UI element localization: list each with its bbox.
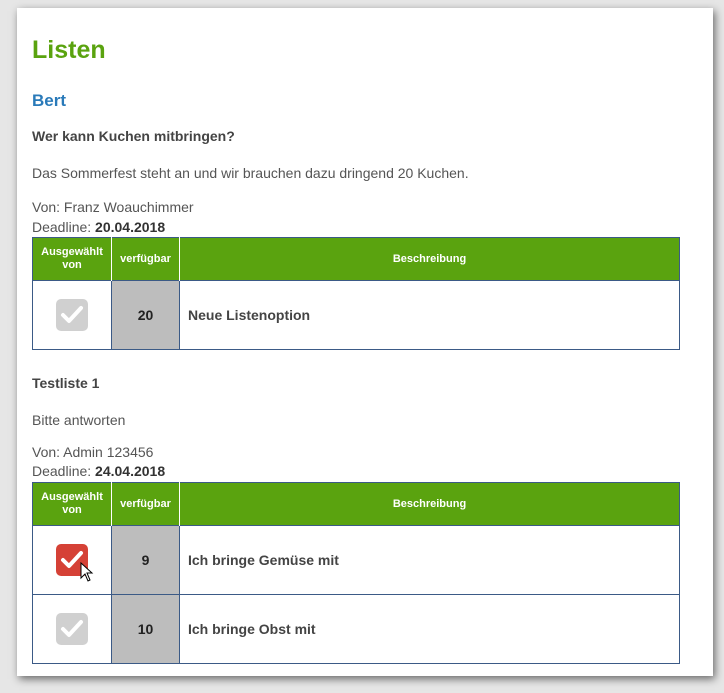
table-header-row: Ausgewählt von verfügbar Beschreibung xyxy=(32,482,680,526)
list-deadline: Deadline: 20.04.2018 xyxy=(32,219,165,235)
option-description: Ich bringe Obst mit xyxy=(179,594,680,664)
list-title: Testliste 1 xyxy=(32,375,100,391)
list-title: Wer kann Kuchen mitbringen? xyxy=(32,128,235,144)
checkbox-wrapper xyxy=(56,544,94,582)
select-cell xyxy=(32,594,112,664)
main-panel: Listen Bert Wer kann Kuchen mitbringen? … xyxy=(17,8,713,676)
option-checkbox[interactable] xyxy=(56,613,88,645)
header-available: verfügbar xyxy=(111,482,180,526)
option-checkbox[interactable] xyxy=(56,299,88,331)
deadline-date: 20.04.2018 xyxy=(95,219,166,235)
user-name: Bert xyxy=(32,91,67,110)
table-row: 9 Ich bringe Gemüse mit xyxy=(32,525,680,595)
available-count: 20 xyxy=(111,280,180,350)
list-author: Von: Admin 123456 xyxy=(32,444,154,460)
option-description: Neue Listenoption xyxy=(179,280,680,350)
list-description: Bitte antworten xyxy=(32,412,126,428)
select-cell xyxy=(32,280,112,350)
list-deadline: Deadline: 24.04.2018 xyxy=(32,463,165,479)
option-description: Ich bringe Gemüse mit xyxy=(179,525,680,595)
header-description: Beschreibung xyxy=(179,482,680,526)
list-description: Das Sommerfest steht an und wir brauchen… xyxy=(32,165,469,181)
table-row: 10 Ich bringe Obst mit xyxy=(32,594,680,664)
options-table: Ausgewählt von verfügbar Beschreibung 20… xyxy=(32,237,680,350)
checkmark-icon xyxy=(61,620,83,637)
mouse-cursor-icon xyxy=(80,562,94,582)
deadline-label: Deadline: xyxy=(32,463,92,479)
deadline-date: 24.04.2018 xyxy=(95,463,166,479)
header-selected-by: Ausgewählt von xyxy=(32,482,112,526)
checkmark-icon xyxy=(61,306,83,323)
header-selected-by: Ausgewählt von xyxy=(32,237,112,281)
table-header-row: Ausgewählt von verfügbar Beschreibung xyxy=(32,237,680,281)
header-available: verfügbar xyxy=(111,237,180,281)
options-table: Ausgewählt von verfügbar Beschreibung 9 … xyxy=(32,482,680,664)
select-cell xyxy=(32,525,112,595)
list-author: Von: Franz Woauchimmer xyxy=(32,199,194,215)
deadline-label: Deadline: xyxy=(32,219,92,235)
table-row: 20 Neue Listenoption xyxy=(32,280,680,350)
available-count: 9 xyxy=(111,525,180,595)
available-count: 10 xyxy=(111,594,180,664)
header-description: Beschreibung xyxy=(179,237,680,281)
page-title: Listen xyxy=(32,36,106,64)
